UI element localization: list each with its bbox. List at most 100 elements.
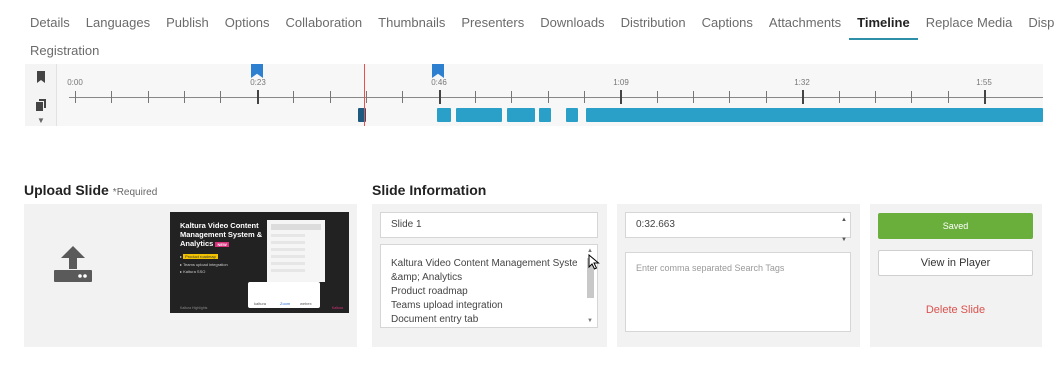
tab-row-1: Details Languages Publish Options Collab… (22, 14, 1055, 40)
timeline-tick (947, 91, 949, 103)
thumbnail-title: Kaltura Video Content Management System … (180, 221, 263, 248)
timeline-tick (584, 91, 586, 103)
tab-attachments[interactable]: Attachments (761, 14, 849, 32)
slide-block[interactable] (586, 108, 1043, 122)
time-tags-panel: 0:32.663 ▲ ▼ Enter comma separated Search… (617, 204, 860, 347)
thumbnail-logos: kaltura Zoom webex (248, 282, 320, 308)
upload-panel: Kaltura Video Content Management System … (24, 204, 357, 347)
timeline-tick (438, 90, 441, 104)
chapter-flag-icon[interactable] (251, 64, 263, 78)
slides-button[interactable] (25, 94, 57, 116)
slide-block[interactable] (539, 108, 551, 122)
timeline-tick (765, 91, 767, 103)
tab-display[interactable]: Display (1020, 14, 1055, 32)
timeline-tick (365, 91, 367, 103)
timeline-tick (547, 91, 549, 103)
timeline-label: 0:46 (431, 78, 447, 87)
time-spinner-icon[interactable]: ▲ ▼ (841, 215, 847, 245)
slide-block[interactable] (437, 108, 451, 122)
tab-registration[interactable]: Registration (22, 42, 107, 60)
thumbnail-item: ▸ Kaltura SSO (180, 269, 206, 274)
timeline-label: 1:55 (976, 78, 992, 87)
timeline-tick (911, 91, 913, 103)
description-line: Document entry tab (391, 314, 479, 325)
search-tags-input[interactable]: Enter comma separated Search Tags (625, 252, 851, 332)
playhead[interactable] (364, 64, 365, 126)
thumbnail-item: ▸ Teams upload integration (180, 262, 228, 267)
timeline-tick (693, 91, 695, 103)
timeline-tick (620, 90, 623, 104)
timeline-sidebar: ▼ (25, 64, 57, 126)
description-line: Teams upload integration (391, 300, 503, 311)
description-line: Product roadmap (391, 286, 468, 297)
mouse-cursor-icon (588, 254, 600, 270)
tab-presenters[interactable]: Presenters (453, 14, 532, 32)
description-line: &amp; Analytics (391, 272, 463, 283)
timeline-tick (511, 91, 513, 103)
slide-block[interactable] (456, 108, 502, 122)
tab-distribution[interactable]: Distribution (613, 14, 694, 32)
thumbnail-footer-brand: Kaltura (331, 306, 343, 310)
timeline: ▼ 0:00 0:23 0:46 1:09 1:32 1:55 (25, 64, 1043, 126)
timeline-track[interactable]: 0:00 0:23 0:46 1:09 1:32 1:55 (57, 64, 1043, 126)
tab-bar: Details Languages Publish Options Collab… (0, 0, 1055, 62)
thumbnail-footer: Kaltura Highlights (180, 306, 208, 310)
slide-thumbnail: Kaltura Video Content Management System … (170, 212, 349, 313)
tab-downloads[interactable]: Downloads (532, 14, 612, 32)
timeline-tick (184, 91, 186, 103)
view-in-player-button[interactable]: View in Player (878, 250, 1033, 276)
thumbnail-item: ▸ Product roadmap (180, 254, 218, 259)
timeline-tick (293, 91, 295, 103)
description-line: Kaltura Video Content Management System (391, 258, 577, 269)
timeline-tick (111, 91, 113, 103)
bookmark-icon (37, 71, 45, 83)
slides-icon (36, 99, 46, 111)
timeline-label: 0:23 (250, 78, 266, 87)
thumbnail-badge: NEW (215, 241, 229, 247)
slide-description-textarea[interactable]: Kaltura Video Content Management System … (380, 244, 598, 328)
timeline-tick (402, 91, 404, 103)
delete-slide-button[interactable]: Delete Slide (878, 297, 1033, 323)
timeline-label: 1:09 (613, 78, 629, 87)
slide-title-input[interactable]: Slide 1 (380, 212, 598, 238)
upload-slide-heading: Upload Slide *Required (24, 182, 158, 198)
tab-details[interactable]: Details (22, 14, 78, 32)
tab-publish[interactable]: Publish (158, 14, 217, 32)
tab-thumbnails[interactable]: Thumbnails (370, 14, 453, 32)
slide-block[interactable] (507, 108, 535, 122)
tab-timeline[interactable]: Timeline (849, 14, 918, 40)
actions-panel: Saved View in Player Delete Slide (870, 204, 1042, 347)
chapter-flag-icon[interactable] (432, 64, 444, 78)
slide-time-input[interactable]: 0:32.663 ▲ ▼ (625, 212, 851, 243)
slide-information-heading: Slide Information (372, 182, 487, 198)
timeline-tick (147, 91, 149, 103)
logo-webex: webex (300, 301, 312, 306)
saved-button[interactable]: Saved (878, 213, 1033, 239)
tab-collaboration[interactable]: Collaboration (278, 14, 371, 32)
timeline-tick (874, 91, 876, 103)
timeline-tick (75, 91, 76, 103)
timeline-tick (329, 91, 331, 103)
timeline-tick (256, 90, 259, 104)
timeline-tick (729, 91, 731, 103)
slide-blocks (57, 108, 1043, 122)
timeline-axis (69, 97, 1043, 98)
timeline-tick (656, 91, 658, 103)
tab-captions[interactable]: Captions (694, 14, 761, 32)
bookmark-button[interactable] (25, 66, 57, 88)
tab-options[interactable]: Options (217, 14, 278, 32)
timeline-label: 1:32 (794, 78, 810, 87)
tab-replace-media[interactable]: Replace Media (918, 14, 1021, 32)
slide-time-value: 0:32.663 (636, 219, 675, 230)
logo-zoom: Zoom (280, 301, 291, 306)
logo-kaltura: kaltura (254, 301, 267, 306)
tab-languages[interactable]: Languages (78, 14, 158, 32)
scroll-down-icon[interactable]: ▼ (587, 318, 593, 324)
timeline-tick (984, 90, 986, 104)
upload-icon[interactable] (52, 242, 94, 284)
tab-row-2: Registration (22, 42, 107, 60)
timeline-tick (474, 91, 476, 103)
slide-block[interactable] (566, 108, 578, 122)
more-icon[interactable]: ▼ (25, 116, 57, 126)
timeline-tick (838, 91, 840, 103)
